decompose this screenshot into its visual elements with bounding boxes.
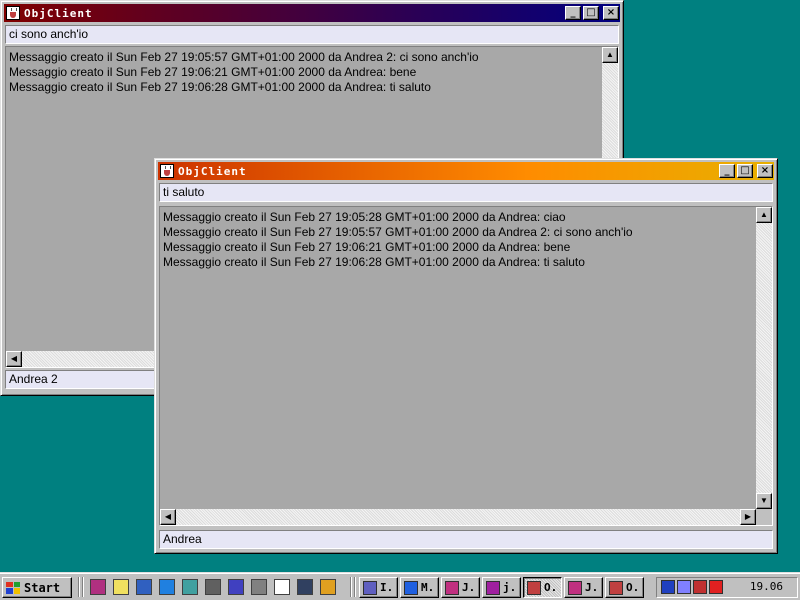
task-label: J. [462,581,476,594]
taskbar-divider [82,577,84,597]
scroll-left-button[interactable]: ◀ [6,351,22,367]
printer-icon[interactable] [709,580,723,594]
notepad-icon[interactable] [113,579,129,595]
network-icon[interactable] [182,579,198,595]
taskbar-divider [354,577,356,597]
task-button[interactable]: j. [482,577,521,598]
pen-icon[interactable] [251,579,267,595]
paint-icon[interactable] [320,579,336,595]
clock[interactable]: 19.06 [750,580,783,593]
scrollbar-corner [756,509,772,525]
ie-icon[interactable] [159,579,175,595]
message-line: Messaggio creato il Sun Feb 27 19:06:28 … [9,80,431,94]
task-label: M. [421,581,435,594]
start-button[interactable]: Start [2,577,72,598]
speaker-icon[interactable] [677,580,691,594]
system-tray: 19.06 [656,577,798,598]
message-input[interactable]: ti saluto [159,183,773,202]
vertical-scrollbar[interactable]: ▲ ▼ [756,207,772,509]
monitor-icon[interactable] [693,580,707,594]
java-icon [527,580,541,595]
windows-flag-icon [6,581,20,594]
task-button[interactable]: I. [359,577,398,598]
close-button[interactable]: × [603,6,619,20]
taskbar-divider [78,577,80,597]
document-icon[interactable] [274,579,290,595]
outlook-icon [404,580,418,595]
task-button[interactable]: J. [564,577,603,598]
message-line: Messaggio creato il Sun Feb 27 19:05:57 … [163,225,633,239]
task-button[interactable]: O. [605,577,644,598]
objclient-window-front[interactable]: ObjClient _ □ × ti saluto Messaggio crea… [154,158,778,554]
message-line: Messaggio creato il Sun Feb 27 19:05:28 … [163,210,566,224]
java-cup-icon[interactable] [6,6,20,20]
task-button[interactable]: M. [400,577,439,598]
message-line: Messaggio creato il Sun Feb 27 19:06:21 … [163,240,571,254]
book-icon[interactable] [90,579,106,595]
window-title: ObjClient [178,164,247,178]
task-label: j. [503,581,517,594]
minimize-button[interactable]: _ [565,6,581,20]
taskbar-divider [350,577,352,597]
message-list: Messaggio creato il Sun Feb 27 19:05:28 … [163,210,752,270]
message-line: Messaggio creato il Sun Feb 27 19:06:21 … [9,65,417,79]
grid-icon[interactable] [205,579,221,595]
cards-icon[interactable] [297,579,313,595]
window-title: ObjClient [24,6,93,20]
task-label: O. [544,581,558,594]
name-field[interactable]: Andrea [159,530,773,549]
message-line: Messaggio creato il Sun Feb 27 19:05:57 … [9,50,479,64]
arrows-icon[interactable] [228,579,244,595]
taskbar: Start I. M. J. j. O. J. O. 19.06 [0,572,800,600]
hand-icon[interactable] [136,579,152,595]
task-button[interactable]: J. [441,577,480,598]
jbuilder-icon [486,580,500,595]
message-line: Messaggio creato il Sun Feb 27 19:06:28 … [163,255,585,269]
app-icon [363,580,377,595]
scroll-down-button[interactable]: ▼ [756,493,772,509]
jbuilder-icon [568,580,582,595]
scroll-up-button[interactable]: ▲ [602,47,618,63]
title-bar[interactable]: ObjClient _ □ × [158,162,774,180]
java-cup-icon[interactable] [160,164,174,178]
task-label: I. [380,581,394,594]
task-label: J. [585,581,599,594]
java-icon [609,580,623,595]
minimize-button[interactable]: _ [719,164,735,178]
maximize-button[interactable]: □ [737,164,753,178]
task-button[interactable]: O. [523,577,562,598]
start-label: Start [24,580,61,595]
horizontal-scrollbar[interactable]: ◀ ▶ [160,509,756,525]
scroll-up-button[interactable]: ▲ [756,207,772,223]
scroll-left-button[interactable]: ◀ [160,509,176,525]
message-list: Messaggio creato il Sun Feb 27 19:05:57 … [9,50,598,95]
jbuilder-icon [445,580,459,595]
close-button[interactable]: × [757,164,773,178]
scroll-right-button[interactable]: ▶ [740,509,756,525]
title-bar[interactable]: ObjClient _ □ × [4,4,620,22]
maximize-button[interactable]: □ [583,6,599,20]
messages-textarea[interactable]: Messaggio creato il Sun Feb 27 19:05:28 … [159,206,773,526]
message-input[interactable]: ci sono anch'io [5,25,619,44]
shield-icon[interactable] [661,580,675,594]
task-label: O. [626,581,640,594]
